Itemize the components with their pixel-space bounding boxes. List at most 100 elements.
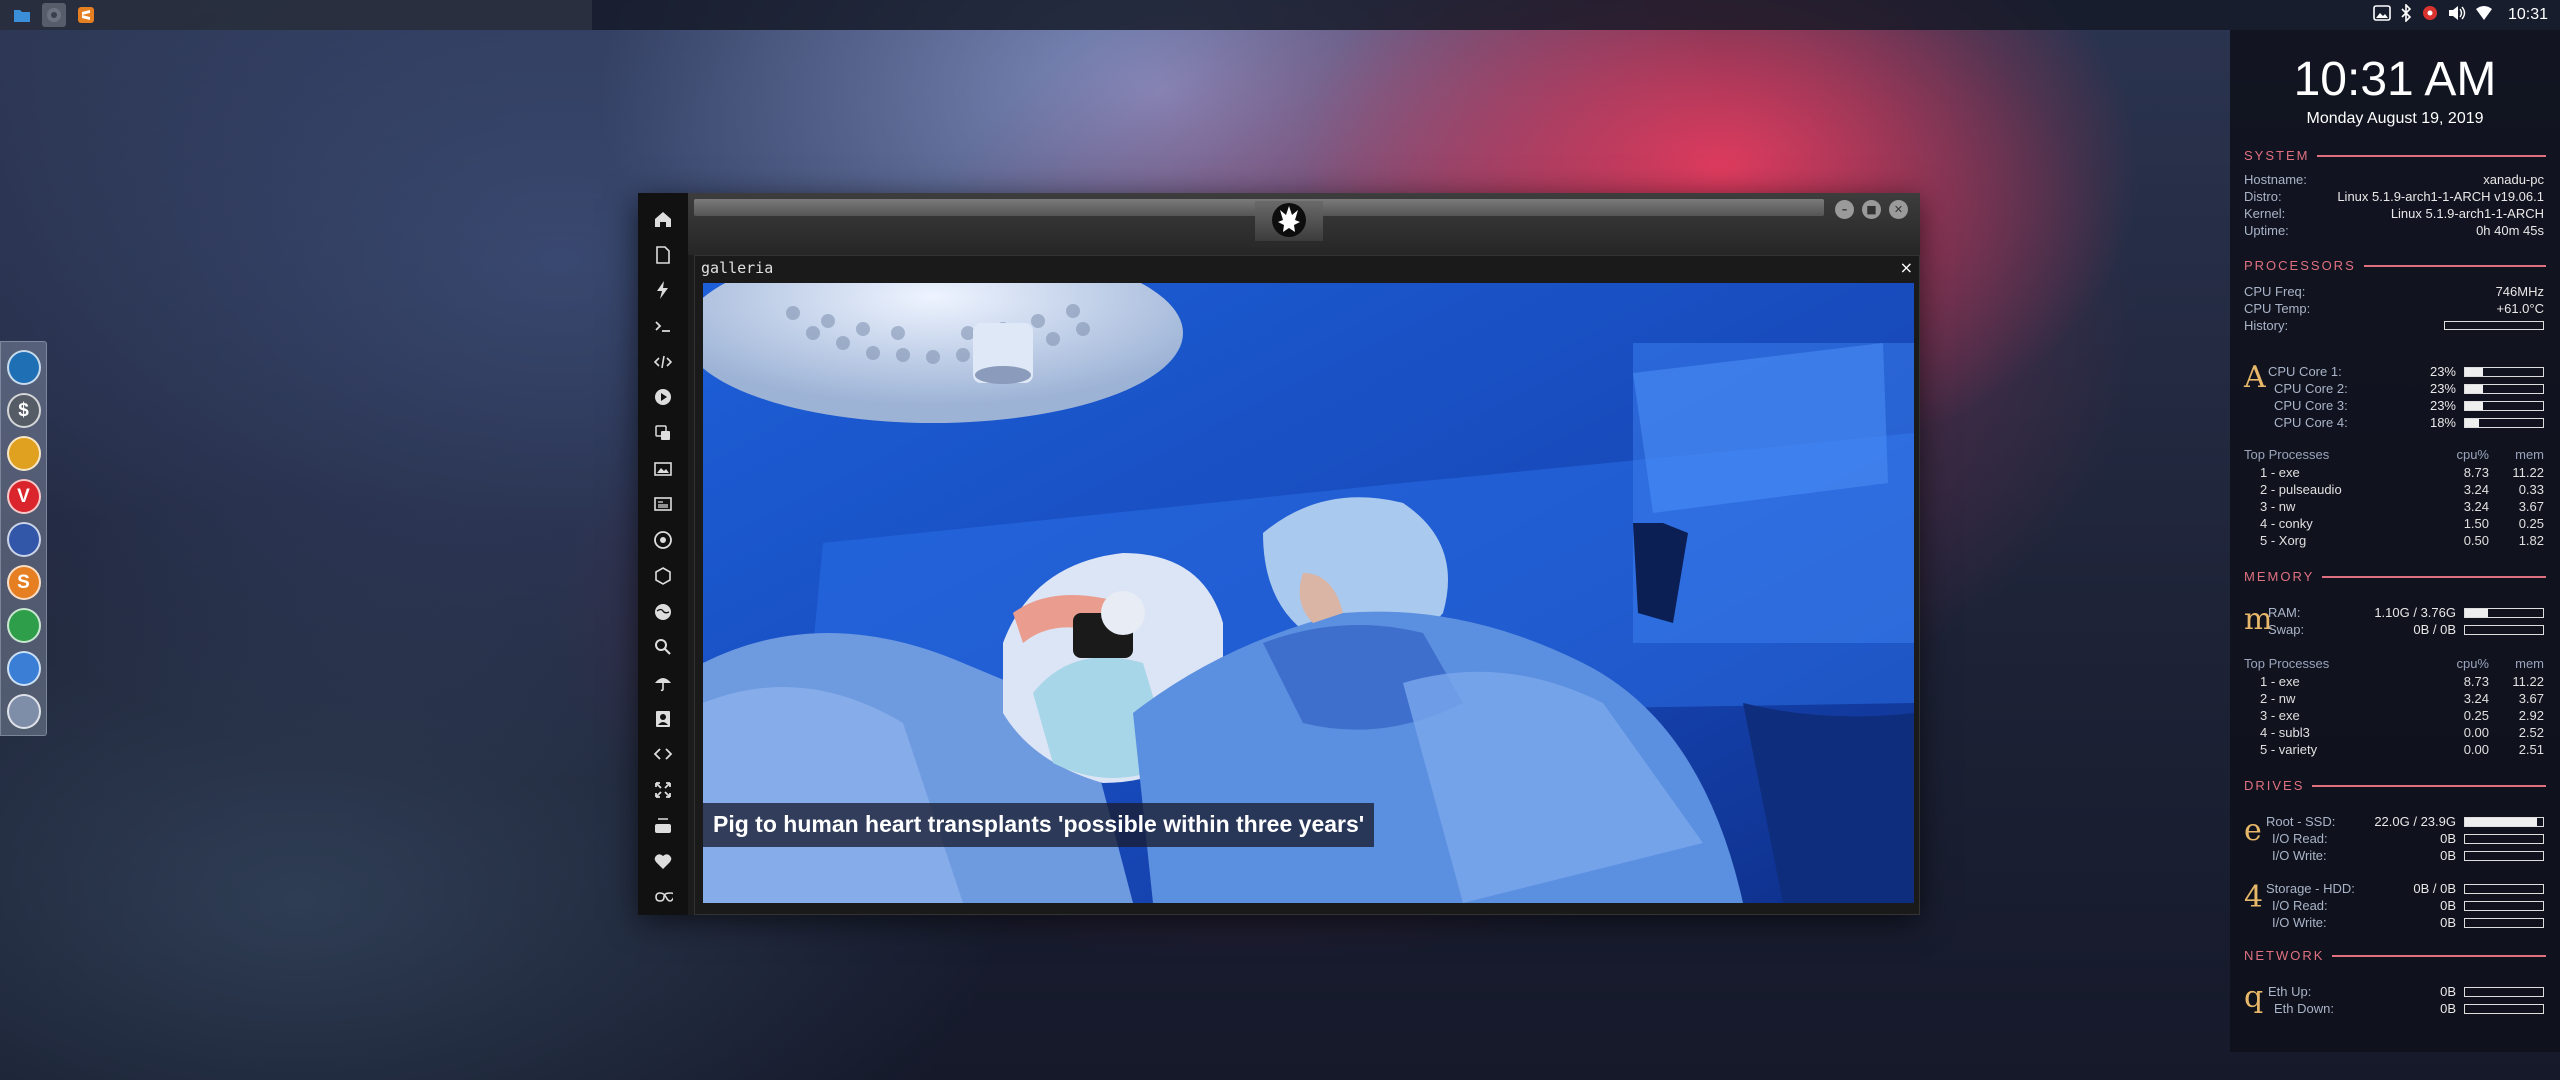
panel-clock[interactable]: 10:31 xyxy=(2508,6,2548,24)
storage-row: Storage - HDD: 0B / 0B xyxy=(2266,880,2544,897)
window-controls: – ■ ✕ xyxy=(1835,200,1908,219)
image-icon[interactable] xyxy=(2373,5,2391,25)
cpu-core-value: 18% xyxy=(2429,415,2456,430)
process-row: 1 - exe 8.73 11.22 xyxy=(2244,465,2544,482)
process-cpu: 8.73 xyxy=(2463,465,2489,480)
dice-icon[interactable] xyxy=(638,415,688,451)
storage-read-bar xyxy=(2464,900,2544,911)
root-glyph: e xyxy=(2244,813,2262,848)
swap-label: Swap: xyxy=(2268,622,2305,637)
root-row: Root - SSD: 22.0G / 23.9G xyxy=(2266,813,2544,830)
network-header: NETWORK xyxy=(2244,948,2325,963)
section-memory: MEMORY xyxy=(2244,569,2546,584)
galleria-title: galleria xyxy=(701,258,774,277)
expand-icon[interactable] xyxy=(638,772,688,808)
news-photo[interactable]: Pig to human heart transplants 'possible… xyxy=(703,283,1914,903)
process-mem: 11.22 xyxy=(2512,674,2544,689)
infinity-icon[interactable] xyxy=(638,879,688,915)
process-row: 5 - Xorg 0.50 1.82 xyxy=(2244,533,2544,550)
diamond-code-icon[interactable] xyxy=(638,737,688,773)
terminal-prompt-icon[interactable] xyxy=(638,308,688,344)
root-value: 22.0G / 23.9G xyxy=(2374,814,2456,829)
play-icon[interactable] xyxy=(638,380,688,416)
image-icon[interactable] xyxy=(638,451,688,487)
eth-up-label: Eth Up: xyxy=(2268,984,2312,999)
process-cpu: 0.25 xyxy=(2463,708,2489,723)
ram-bar xyxy=(2464,607,2544,618)
cpu-glyph: A xyxy=(2244,360,2266,395)
galleria-header: galleria × xyxy=(695,256,1919,279)
process-name: 4 - subl3 xyxy=(2260,725,2310,740)
search-icon[interactable] xyxy=(638,629,688,665)
storage-write-bar xyxy=(2464,917,2544,928)
process-name: 2 - nw xyxy=(2260,691,2296,706)
sublime-text-icon[interactable] xyxy=(74,3,98,27)
news-icon[interactable] xyxy=(638,487,688,523)
window-titlebar[interactable]: – ■ ✕ xyxy=(688,193,1920,255)
galleria-panel: galleria × Pig to human heart transplant… xyxy=(694,255,1920,915)
top-panel: 10:31 xyxy=(0,0,2560,30)
youtube-icon[interactable] xyxy=(638,808,688,844)
bluetooth-icon[interactable] xyxy=(2400,3,2412,26)
storage-bar xyxy=(2464,883,2544,894)
distro-row: Distro: Linux 5.1.9-arch1-1-ARCH v19.06.1 xyxy=(2244,188,2544,205)
process-cpu: 3.24 xyxy=(2463,499,2489,514)
gear-icon[interactable] xyxy=(42,3,66,27)
document-icon[interactable] xyxy=(638,237,688,273)
hostname-row: Hostname: xanadu-pc xyxy=(2244,171,2544,188)
globe-icon[interactable] xyxy=(638,594,688,630)
cpu-freq-label: CPU Freq: xyxy=(2244,284,2306,299)
terminal-icon[interactable]: $ xyxy=(6,393,41,428)
file-manager-icon[interactable] xyxy=(6,350,41,385)
storage-read-value: 0B xyxy=(2440,898,2456,913)
heart-icon[interactable] xyxy=(638,844,688,880)
ram-value: 1.10G / 3.76G xyxy=(2374,605,2456,620)
root-bar xyxy=(2464,816,2544,827)
section-drives: DRIVES xyxy=(2244,778,2546,793)
home-icon[interactable] xyxy=(638,201,688,237)
cpu-core-value: 23% xyxy=(2429,364,2456,379)
cpu-freq-value: 746MHz xyxy=(2495,284,2544,299)
process-row: 4 - subl3 0.00 2.52 xyxy=(2244,725,2544,742)
galleria-close-button[interactable]: × xyxy=(1900,258,1913,277)
storage-label: Storage - HDD: xyxy=(2266,881,2355,896)
file-manager-icon[interactable] xyxy=(10,3,34,27)
process-name: 5 - variety xyxy=(2260,742,2318,757)
process-mem: 1.82 xyxy=(2518,533,2544,548)
cpu-core-row: CPU Core 4: 18% xyxy=(2268,414,2544,431)
sublime-icon[interactable]: S xyxy=(6,565,41,600)
process-cpu: 3.24 xyxy=(2463,691,2489,706)
process-mem: 0.25 xyxy=(2518,516,2544,531)
processors-header: PROCESSORS xyxy=(2244,258,2356,273)
vivaldi-icon[interactable]: V xyxy=(6,479,41,514)
globe-grid-icon[interactable] xyxy=(6,694,41,729)
eth-down-bar xyxy=(2464,1003,2544,1014)
process-name: 3 - exe xyxy=(2260,708,2300,723)
system-monitor-icon[interactable] xyxy=(6,608,41,643)
kernel-label: Kernel: xyxy=(2244,206,2286,221)
code-icon[interactable] xyxy=(638,344,688,380)
settings-gear-icon[interactable] xyxy=(2421,4,2439,26)
contact-card-icon[interactable] xyxy=(638,701,688,737)
maximize-button[interactable]: ■ xyxy=(1862,200,1881,219)
root-read-value: 0B xyxy=(2440,831,2456,846)
screenshot-icon[interactable] xyxy=(6,522,41,557)
lightning-icon[interactable] xyxy=(638,272,688,308)
umbrella-icon[interactable] xyxy=(638,665,688,701)
hexagon-icon[interactable] xyxy=(638,558,688,594)
close-button[interactable]: ✕ xyxy=(1889,200,1908,219)
volume-icon[interactable] xyxy=(2448,5,2466,25)
uptime-label: Uptime: xyxy=(2244,223,2289,238)
conky-date: Monday August 19, 2019 xyxy=(2306,110,2484,127)
cpu-core-label: CPU Core 4: xyxy=(2274,415,2348,430)
minimize-button[interactable]: – xyxy=(1835,200,1854,219)
wifi-icon[interactable] xyxy=(2475,5,2493,25)
process-cpu: 0.00 xyxy=(2463,742,2489,757)
news-caption[interactable]: Pig to human heart transplants 'possible… xyxy=(703,803,1375,847)
swap-row: Swap: 0B / 0B xyxy=(2268,621,2544,638)
top-processes-label: Top Processes xyxy=(2244,447,2330,462)
aperture-icon[interactable] xyxy=(638,522,688,558)
ubuntu-icon[interactable] xyxy=(6,436,41,471)
chromium-icon[interactable] xyxy=(6,651,41,686)
process-name: 4 - conky xyxy=(2260,516,2313,531)
